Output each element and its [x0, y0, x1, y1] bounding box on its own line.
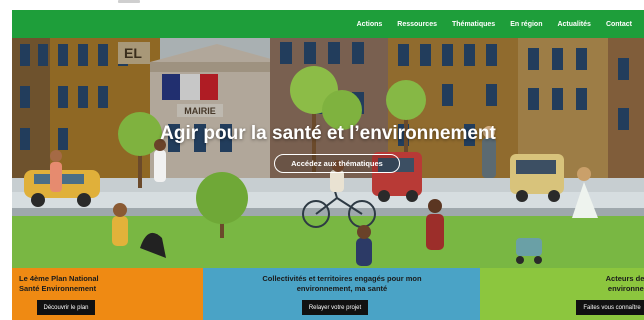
- tile-title-line: environnement, ma santé: [296, 284, 388, 293]
- tile-title-line: Le 4ème Plan National: [19, 274, 99, 283]
- nav-item-thematiques[interactable]: Thématiques: [452, 21, 495, 28]
- tile-title-line: Acteurs de la santé: [605, 274, 644, 283]
- nav-item-actions[interactable]: Actions: [357, 21, 383, 28]
- tile-title: Le 4ème Plan National Santé Environnemen…: [19, 274, 197, 294]
- nav-item-contact[interactable]: Contact: [606, 21, 632, 28]
- hero-banner: EL MAIRIE Agir pour la santé et l’enviro…: [12, 38, 644, 268]
- tile-title: Acteurs de la santé environnementale: [570, 274, 644, 294]
- tile-territories: Collectivités et territoires engagés pou…: [203, 268, 480, 320]
- share-project-button[interactable]: Relayer votre projet: [302, 300, 368, 315]
- feature-tiles: Le 4ème Plan National Santé Environnemen…: [12, 268, 644, 320]
- tile-title-line: Santé Environnement: [19, 284, 97, 293]
- hero-title: Agir pour la santé et l’environnement: [160, 123, 496, 144]
- nav-item-en-region[interactable]: En région: [510, 21, 542, 28]
- city-illustration: EL MAIRIE: [12, 38, 644, 268]
- tile-title-line: Collectivités et territoires engagés pou…: [262, 274, 422, 283]
- top-strip: [0, 0, 644, 10]
- tile-national-plan: Le 4ème Plan National Santé Environnemen…: [12, 268, 203, 320]
- tile-title: Collectivités et territoires engagés pou…: [211, 274, 473, 294]
- explore-themes-button[interactable]: Accédez aux thématiques: [274, 154, 400, 173]
- tile-title-line: environnementale: [607, 284, 644, 293]
- tile-actors: Acteurs de la santé environnementale Fai…: [480, 268, 644, 320]
- nav-item-ressources[interactable]: Ressources: [397, 21, 437, 28]
- discover-plan-button[interactable]: Découvrir le plan: [37, 300, 95, 315]
- main-navigation: Actions Ressources Thématiques En région…: [12, 10, 644, 38]
- nav-menu: Actions Ressources Thématiques En région…: [357, 10, 632, 38]
- make-yourself-known-button[interactable]: Faites vous connaître: [576, 300, 644, 315]
- nav-item-actualites[interactable]: Actualités: [557, 21, 590, 28]
- logo-fragment: [118, 0, 140, 3]
